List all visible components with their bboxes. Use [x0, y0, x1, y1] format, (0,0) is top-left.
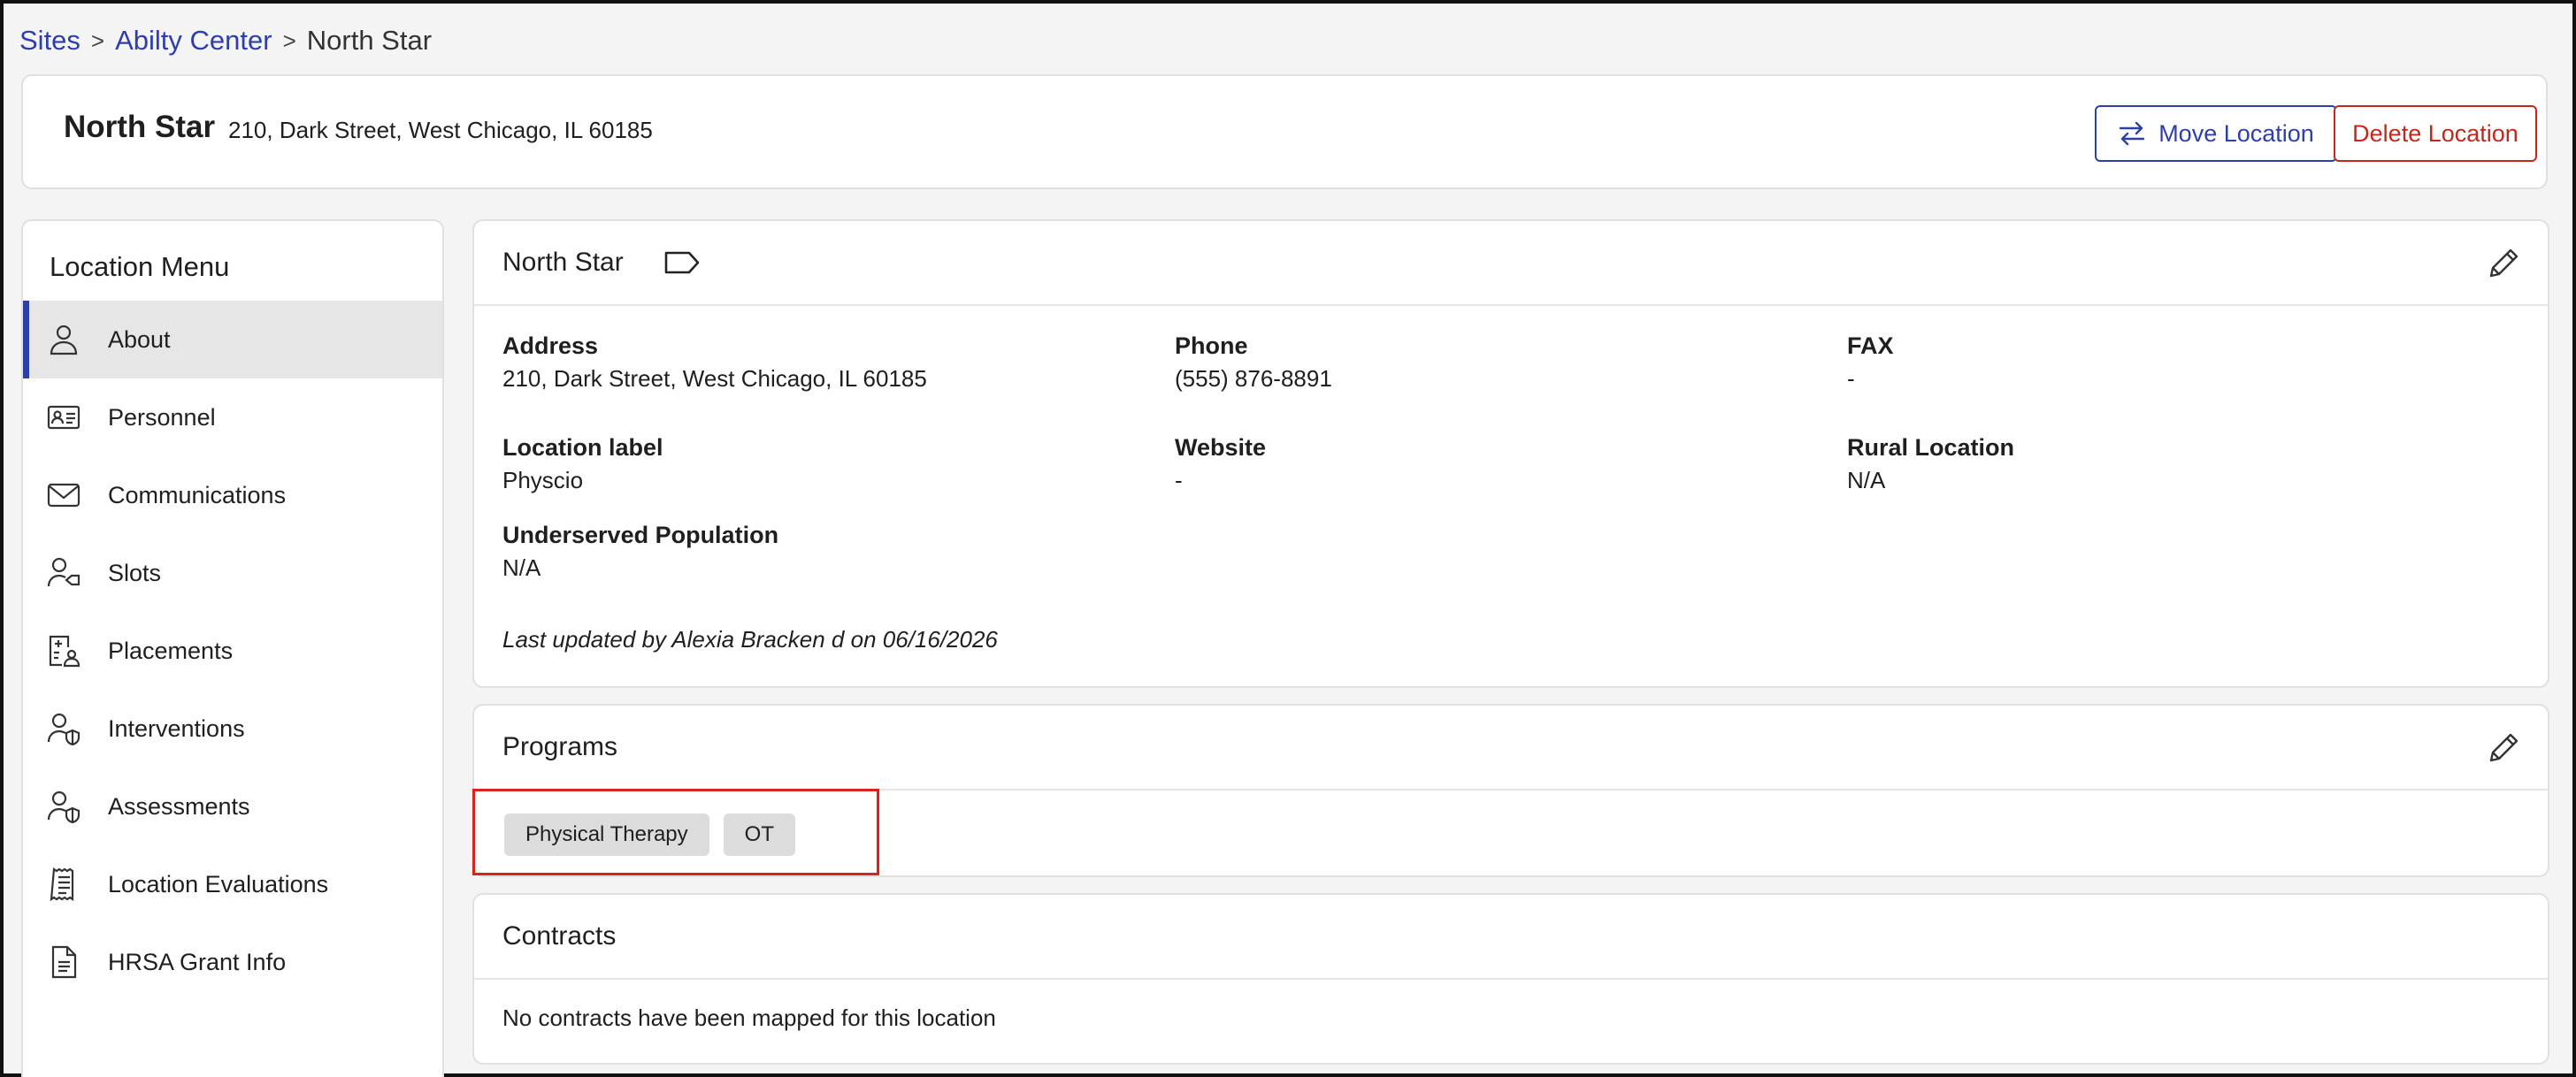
location-menu: Location Menu About Personnel Communicat… [21, 219, 444, 1077]
sidebar-title: Location Menu [50, 251, 230, 282]
delete-location-label: Delete Location [2352, 119, 2518, 147]
sidebar-item-communications[interactable]: Communications [23, 456, 442, 534]
breadcrumb-separator: > [90, 27, 105, 54]
breadcrumb-site-link[interactable]: Abilty Center [115, 25, 272, 57]
contracts-card: Contracts No contracts have been mapped … [472, 893, 2549, 1065]
program-chips: Physical Therapy OT [504, 813, 795, 856]
programs-card-header: Programs [474, 706, 2548, 791]
fax-value: - [1847, 365, 1855, 392]
clipboard-person-icon [46, 633, 81, 668]
program-chip: Physical Therapy [504, 813, 709, 856]
receipt-icon [46, 867, 81, 902]
breadcrumb: Sites > Abilty Center > North Star [19, 21, 432, 60]
last-updated-text: Last updated by Alexia Bracken d on 06/1… [502, 626, 998, 653]
about-card-title: North Star [502, 248, 624, 277]
contracts-card-header: Contracts [474, 895, 2548, 980]
envelope-icon [46, 477, 81, 513]
contracts-card-title: Contracts [502, 921, 617, 951]
about-card-header: North Star [474, 221, 2548, 306]
sidebar-item-label: HRSA Grant Info [108, 948, 287, 975]
sidebar-item-label: Placements [108, 637, 234, 664]
website-label: Website [1175, 434, 1267, 461]
move-location-button[interactable]: Move Location [2095, 105, 2337, 162]
sidebar-item-interventions[interactable]: Interventions [23, 690, 442, 768]
programs-card-title: Programs [502, 732, 618, 761]
programs-card: Programs Physical Therapy OT [472, 704, 2549, 877]
phone-value: (555) 876-8891 [1175, 365, 1332, 392]
move-location-label: Move Location [2158, 119, 2314, 147]
sidebar-menu: About Personnel Communications Slots Pla… [23, 301, 442, 1001]
sidebar-item-label: About [108, 325, 171, 353]
person-shield-icon [46, 789, 81, 824]
rural-location-value: N/A [1847, 467, 1886, 493]
fax-label: FAX [1847, 332, 1894, 359]
app-frame: Sites > Abilty Center > North Star North… [0, 0, 2576, 1077]
breadcrumb-current: North Star [306, 25, 433, 56]
sidebar-item-hrsa-grant-info[interactable]: HRSA Grant Info [23, 923, 442, 1001]
header-address: 210, Dark Street, West Chicago, IL 60185 [228, 117, 653, 143]
person-icon [46, 322, 81, 357]
address-value: 210, Dark Street, West Chicago, IL 60185 [502, 365, 927, 392]
underserved-population-value: N/A [502, 554, 541, 581]
rural-location-label: Rural Location [1847, 434, 2015, 461]
location-header: North Star 210, Dark Street, West Chicag… [21, 74, 2548, 189]
contracts-empty-message: No contracts have been mapped for this l… [502, 1004, 996, 1031]
breadcrumb-sites-link[interactable]: Sites [19, 25, 80, 57]
breadcrumb-separator: > [282, 27, 296, 54]
sidebar-item-about[interactable]: About [23, 301, 442, 378]
edit-pencil-icon[interactable] [2486, 730, 2521, 766]
sidebar-item-label: Location Evaluations [108, 870, 329, 898]
website-value: - [1175, 467, 1183, 493]
program-chip: OT [723, 813, 795, 856]
location-label-label: Location label [502, 434, 663, 461]
sidebar-item-label: Interventions [108, 714, 245, 742]
label-tag-icon[interactable] [663, 249, 702, 276]
page-title: North Star [64, 110, 216, 144]
person-tag-icon [46, 555, 81, 591]
about-card: North Star Address 210, Dark Street, Wes… [472, 219, 2549, 688]
sidebar-item-label: Slots [108, 559, 162, 586]
sidebar-item-label: Personnel [108, 403, 216, 431]
document-icon [46, 944, 81, 980]
delete-location-button[interactable]: Delete Location [2334, 105, 2537, 162]
edit-pencil-icon[interactable] [2486, 246, 2521, 281]
person-shield-icon [46, 711, 81, 746]
underserved-population-label: Underserved Population [502, 522, 779, 548]
location-label-value: Physcio [502, 467, 584, 493]
phone-label: Phone [1175, 332, 1248, 359]
sidebar-item-location-evaluations[interactable]: Location Evaluations [23, 845, 442, 923]
sidebar-item-placements[interactable]: Placements [23, 612, 442, 690]
address-label: Address [502, 332, 599, 359]
swap-arrows-icon [2119, 121, 2145, 146]
id-card-icon [46, 400, 81, 435]
sidebar-item-label: Assessments [108, 792, 250, 820]
sidebar-item-assessments[interactable]: Assessments [23, 768, 442, 845]
sidebar-item-slots[interactable]: Slots [23, 534, 442, 612]
sidebar-item-personnel[interactable]: Personnel [23, 378, 442, 456]
sidebar-item-label: Communications [108, 481, 287, 508]
